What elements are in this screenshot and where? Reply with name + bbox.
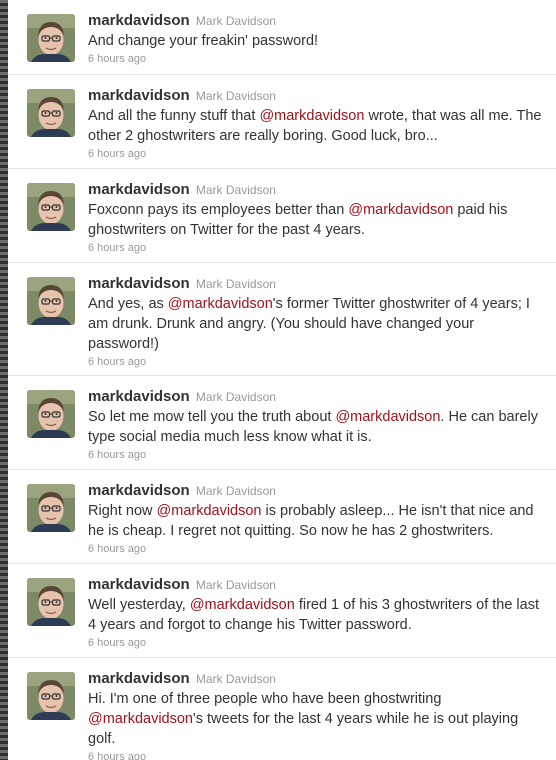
- avatar[interactable]: [27, 578, 75, 626]
- avatar-image: [27, 183, 75, 231]
- mention-link[interactable]: @markdavidson: [157, 503, 262, 519]
- tweet-text: Hi. I'm one of three people who have bee…: [88, 689, 544, 749]
- tweet-text: And yes, as @markdavidson's former Twitt…: [88, 294, 544, 354]
- tweet-text: And change your freakin' password!: [88, 31, 544, 51]
- tweet-timestamp[interactable]: 6 hours ago: [88, 448, 544, 462]
- mention-link[interactable]: @markdavidson: [259, 108, 364, 124]
- tweet-timestamp[interactable]: 6 hours ago: [88, 241, 544, 255]
- full-name: Mark Davidson: [195, 89, 276, 103]
- screen-name[interactable]: markdavidson: [88, 482, 190, 499]
- screen-name[interactable]: markdavidson: [88, 12, 190, 29]
- screen-name[interactable]: markdavidson: [88, 87, 190, 104]
- avatar-image: [27, 578, 75, 626]
- screen-name[interactable]: markdavidson: [88, 670, 190, 687]
- full-name: Mark Davidson: [195, 183, 276, 197]
- avatar[interactable]: [27, 484, 75, 532]
- full-name: Mark Davidson: [195, 14, 276, 28]
- tweet-timestamp[interactable]: 6 hours ago: [88, 52, 544, 66]
- full-name: Mark Davidson: [195, 484, 276, 498]
- avatar-image: [27, 672, 75, 720]
- avatar-image: [27, 390, 75, 438]
- avatar-image: [27, 484, 75, 532]
- screen-name[interactable]: markdavidson: [88, 181, 190, 198]
- mention-link[interactable]: @markdavidson: [168, 296, 273, 312]
- mention-link[interactable]: @markdavidson: [348, 202, 453, 218]
- tweet-text-segment: And yes, as: [88, 296, 168, 312]
- tweet-item: markdavidson Mark Davidson Right now @ma…: [8, 470, 556, 564]
- tweet-text-segment: Foxconn pays its employees better than: [88, 202, 349, 218]
- screen-name[interactable]: markdavidson: [88, 576, 190, 593]
- tweet-item: markdavidson Mark Davidson And all the f…: [8, 75, 556, 169]
- tweet-text: So let me mow tell you the truth about @…: [88, 407, 544, 447]
- tweet-item: markdavidson Mark Davidson And yes, as @…: [8, 263, 556, 376]
- full-name: Mark Davidson: [195, 390, 276, 404]
- full-name: Mark Davidson: [195, 578, 276, 592]
- tweet-timestamp[interactable]: 6 hours ago: [88, 542, 544, 556]
- tweet-timestamp[interactable]: 6 hours ago: [88, 750, 544, 760]
- tweet-item: markdavidson Mark Davidson Foxconn pays …: [8, 169, 556, 263]
- mention-link[interactable]: @markdavidson: [335, 409, 440, 425]
- avatar[interactable]: [27, 277, 75, 325]
- tweet-item: markdavidson Mark Davidson Well yesterda…: [8, 564, 556, 658]
- avatar-image: [27, 89, 75, 137]
- mention-link[interactable]: @markdavidson: [88, 711, 193, 727]
- tweet-text-segment: Well yesterday,: [88, 597, 190, 613]
- avatar[interactable]: [27, 89, 75, 137]
- tweet-text: And all the funny stuff that @markdavids…: [88, 106, 544, 146]
- tweet-item: markdavidson Mark Davidson So let me mow…: [8, 376, 556, 470]
- screen-name[interactable]: markdavidson: [88, 275, 190, 292]
- tweet-text: Right now @markdavidson is probably asle…: [88, 501, 544, 541]
- full-name: Mark Davidson: [195, 277, 276, 291]
- tweet-timestamp[interactable]: 6 hours ago: [88, 355, 544, 369]
- tweet-text-segment: Hi. I'm one of three people who have bee…: [88, 691, 442, 707]
- avatar[interactable]: [27, 390, 75, 438]
- tweet-timeline: markdavidson Mark Davidson And change yo…: [8, 0, 556, 760]
- tweet-item: markdavidson Mark Davidson And change yo…: [8, 0, 556, 75]
- tweet-item: markdavidson Mark Davidson Hi. I'm one o…: [8, 658, 556, 760]
- tweet-text: Well yesterday, @markdavidson fired 1 of…: [88, 595, 544, 635]
- tweet-timestamp[interactable]: 6 hours ago: [88, 147, 544, 161]
- avatar-image: [27, 14, 75, 62]
- avatar[interactable]: [27, 14, 75, 62]
- avatar[interactable]: [27, 183, 75, 231]
- tweet-text-segment: And change your freakin' password!: [88, 33, 319, 49]
- avatar-image: [27, 277, 75, 325]
- tweet-text-segment: So let me mow tell you the truth about: [88, 409, 336, 425]
- full-name: Mark Davidson: [195, 672, 276, 686]
- tweet-text: Foxconn pays its employees better than @…: [88, 200, 544, 240]
- avatar[interactable]: [27, 672, 75, 720]
- screen-name[interactable]: markdavidson: [88, 388, 190, 405]
- tweet-text-segment: And all the funny stuff that: [88, 108, 260, 124]
- tweet-text-segment: Right now: [88, 503, 157, 519]
- mention-link[interactable]: @markdavidson: [190, 597, 295, 613]
- tweet-timestamp[interactable]: 6 hours ago: [88, 636, 544, 650]
- window-edge-strip: [0, 0, 8, 760]
